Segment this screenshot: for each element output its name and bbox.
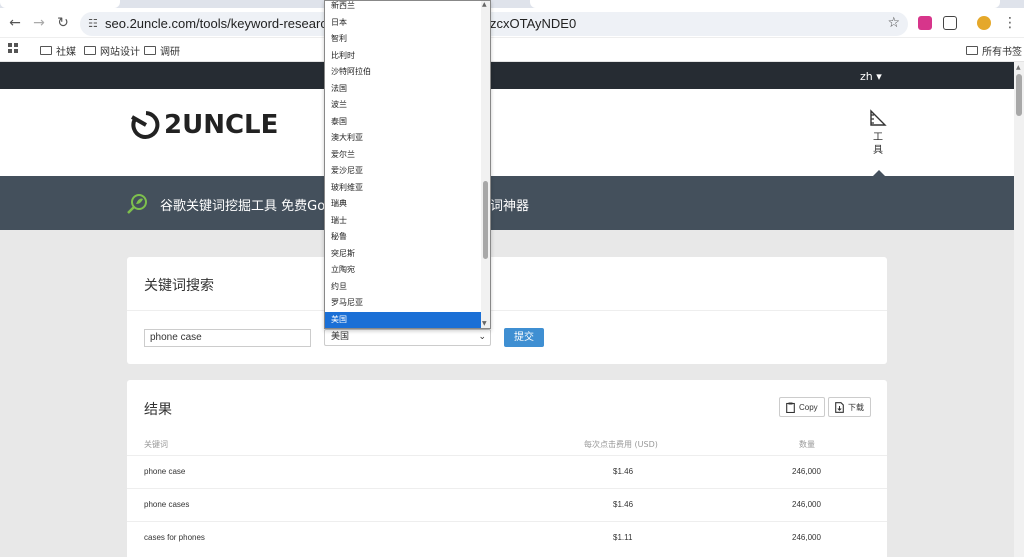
address-bar[interactable]: ☷ seo.2uncle.com/tools/keyword-research?… [80, 12, 908, 36]
page-banner: 谷歌关键词挖掘工具 免费Goog 词神器 [0, 176, 1014, 230]
forward-icon[interactable]: → [31, 15, 47, 31]
table-row: cases for phones $1.11 246,000 [127, 521, 887, 554]
country-option[interactable]: 日本 [325, 15, 482, 32]
country-option[interactable]: 爱尔兰 [325, 147, 482, 164]
country-option[interactable]: 智利 [325, 31, 482, 48]
browser-menu-icon[interactable]: ⋮ [1002, 15, 1018, 31]
submit-button[interactable]: 提交 [504, 328, 544, 347]
scroll-up-arrow-icon[interactable]: ▲ [1016, 64, 1021, 71]
download-file-icon [835, 401, 844, 413]
clipboard-icon [786, 402, 795, 413]
column-header-volume[interactable]: 数量 [799, 439, 815, 450]
tab[interactable] [530, 0, 1000, 8]
table-row: phone cases $1.46 246,000 [127, 488, 887, 521]
chevron-down-icon: ⌄ [478, 332, 486, 342]
keyword-search-card: 关键词搜索 phone case 美国 ⌄ 提交 [127, 257, 887, 364]
country-select-value: 美国 [331, 332, 350, 342]
country-option[interactable]: 波兰 [325, 97, 482, 114]
magnifier-leaf-icon [127, 194, 147, 214]
logo-mark-icon [131, 111, 160, 139]
extension-download-icon[interactable] [918, 16, 932, 30]
column-header-keyword[interactable]: 关键词 [144, 439, 168, 450]
bookmark-folder-research[interactable]: 调研 [144, 43, 180, 58]
country-option[interactable]: 沙特阿拉伯 [325, 64, 482, 81]
tools-menu[interactable]: 工 具 [866, 109, 890, 156]
download-button[interactable]: 下载 [828, 397, 871, 417]
copy-button[interactable]: Copy [779, 397, 825, 417]
site-logo[interactable]: 2UNCLE [130, 109, 278, 141]
country-select[interactable]: 美国 ⌄ [324, 329, 491, 346]
keyword-input[interactable]: phone case [144, 329, 311, 347]
results-card: 结果 Copy 下载 关键词 每次点击费用 (USD) 数量 phone cas… [127, 380, 887, 557]
page-title-continued: 词神器 [490, 199, 530, 214]
site-top-bar: zh ▾ [0, 62, 1014, 89]
country-option[interactable]: 爱沙尼亚 [325, 163, 482, 180]
page-title: 谷歌关键词挖掘工具 免费Goog [160, 199, 342, 214]
tab[interactable] [0, 0, 120, 8]
tab-strip [0, 0, 1024, 8]
reload-icon[interactable]: ↻ [55, 15, 71, 31]
column-header-cpc[interactable]: 每次点击费用 (USD) [584, 439, 658, 450]
site-header: 2UNCLE 工 具 [0, 89, 1014, 176]
cpc-cell: $1.11 [613, 533, 633, 542]
scroll-down-arrow-icon[interactable]: ▼ [482, 320, 487, 327]
extensions-puzzle-icon[interactable] [943, 16, 957, 30]
folder-icon [966, 46, 978, 55]
url-text-right: zcxOTAyNDE0 [490, 16, 577, 31]
table-row: phone case $1.46 246,000 [127, 455, 887, 488]
volume-cell: 246,000 [792, 500, 821, 509]
country-option[interactable]: 秘鲁 [325, 229, 482, 246]
cpc-cell: $1.46 [613, 467, 634, 476]
profile-avatar-icon[interactable] [977, 16, 991, 30]
scroll-up-arrow-icon[interactable]: ▲ [482, 1, 487, 8]
country-dropdown-list: 新西兰 日本 智利 比利时 沙特阿拉伯 法国 波兰 泰国 澳大利亚 爱尔兰 爱沙尼亚 玻利维亚 瑞典 瑞士… [324, 0, 491, 329]
bookmark-folder-social[interactable]: 社媒 [40, 43, 76, 58]
results-title: 结果 [144, 402, 172, 418]
language-switcher[interactable]: zh ▾ [860, 70, 882, 83]
dropdown-scrollbar[interactable]: ▲ ▼ [481, 1, 490, 328]
keyword-cell: phone case [144, 467, 186, 476]
country-option[interactable]: 瑞典 [325, 196, 482, 213]
divider [127, 310, 887, 311]
bookmark-star-icon[interactable]: ☆ [887, 15, 900, 31]
ruler-pencil-icon [870, 109, 887, 126]
volume-cell: 246,000 [792, 533, 821, 542]
country-option[interactable]: 美国 [325, 311, 482, 328]
browser-toolbar: ← → ↻ ☷ seo.2uncle.com/tools/keyword-res… [0, 0, 1024, 38]
back-icon[interactable]: ← [7, 15, 23, 31]
cpc-cell: $1.46 [613, 500, 634, 509]
country-option[interactable]: 约旦 [325, 279, 482, 296]
apps-grid-icon[interactable] [8, 43, 18, 53]
folder-icon [84, 46, 96, 55]
folder-icon [144, 46, 156, 55]
country-option[interactable]: 玻利维亚 [325, 180, 482, 197]
all-bookmarks[interactable]: 所有书签 [966, 43, 1022, 58]
country-option[interactable]: 泰国 [325, 114, 482, 131]
dropdown-scrollbar-thumb[interactable] [483, 181, 488, 259]
scrollbar-thumb[interactable] [1016, 74, 1022, 116]
country-option[interactable]: 比利时 [325, 48, 482, 65]
bookmarks-bar: 社媒 网站设计 调研 所有书签 [0, 38, 1024, 62]
folder-icon [40, 46, 52, 55]
country-option[interactable]: 罗马尼亚 [325, 295, 482, 312]
bookmark-folder-web-design[interactable]: 网站设计 [84, 43, 140, 58]
keyword-cell: cases for phones [144, 533, 205, 542]
country-option[interactable]: 立陶宛 [325, 262, 482, 279]
country-option[interactable]: 法国 [325, 81, 482, 98]
search-card-title: 关键词搜索 [144, 278, 214, 294]
country-option[interactable]: 新西兰 [325, 0, 482, 15]
site-settings-icon[interactable]: ☷ [88, 17, 98, 30]
country-option[interactable]: 突尼斯 [325, 246, 482, 263]
country-option[interactable]: 澳大利亚 [325, 130, 482, 147]
keyword-cell: phone cases [144, 500, 190, 509]
page-scrollbar[interactable]: ▲ [1014, 62, 1024, 557]
country-option[interactable]: 瑞士 [325, 213, 482, 230]
volume-cell: 246,000 [792, 467, 821, 476]
